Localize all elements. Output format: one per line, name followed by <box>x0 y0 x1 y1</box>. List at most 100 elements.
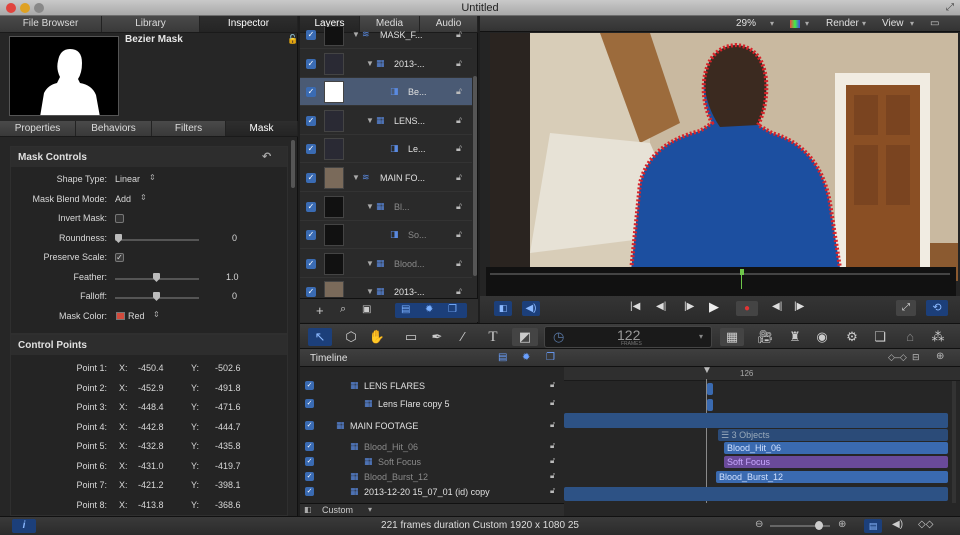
mask-view-icon[interactable]: ❐ <box>546 352 555 363</box>
tab-inspector[interactable]: Inspector <box>200 16 298 32</box>
invert-mask-checkbox[interactable] <box>115 214 124 223</box>
play-icon[interactable]: ▶ <box>709 299 719 315</box>
control-point-x[interactable]: -431.0 <box>138 461 164 471</box>
mask-color-swatch[interactable] <box>116 312 125 320</box>
layer-visibility-checkbox[interactable]: ✓ <box>306 30 316 40</box>
tab-behaviors[interactable]: Behaviors <box>76 121 152 136</box>
lock-icon[interactable]: 🔓︎ <box>550 486 555 496</box>
shape-edit-tool-icon[interactable]: ⬡ <box>340 328 362 346</box>
gear-icon[interactable]: ✹ <box>425 304 433 315</box>
layer-name[interactable]: So... <box>408 230 427 240</box>
fullscreen-icon[interactable]: ⤢ <box>946 2 954 13</box>
roundness-value[interactable]: 0 <box>232 233 237 243</box>
lock-icon[interactable]: 🔓︎ <box>456 258 462 269</box>
next-frame-icon[interactable]: |▶ <box>684 301 694 312</box>
snapping-icon[interactable]: ⊟ <box>912 352 920 363</box>
layer-name[interactable]: 2013-... <box>394 59 425 69</box>
timeline-track-row[interactable]: ✓ ▦ Lens Flare copy 5 🔓︎ <box>300 397 564 412</box>
add-layer-icon[interactable]: + <box>316 303 324 318</box>
lock-icon[interactable]: 🔓︎ <box>550 420 555 430</box>
tab-file-browser[interactable]: File Browser <box>0 16 102 32</box>
thumbnail-toggle-icon[interactable]: ▣ <box>362 304 371 315</box>
light-icon[interactable]: ♜ <box>784 328 806 346</box>
control-point-y[interactable]: -471.6 <box>215 402 241 412</box>
preserve-scale-checkbox[interactable]: ✓ <box>115 253 124 262</box>
layer-row[interactable]: ✓ ▼ ▦ 2013-... 🔓︎ <box>300 278 472 297</box>
layer-visibility-checkbox[interactable]: ✓ <box>306 230 316 241</box>
lens-flares-bar[interactable] <box>707 383 713 395</box>
timeline-track-row[interactable]: ✓ ▦ LENS FLARES 🔓︎ <box>300 379 564 394</box>
film-strip-icon[interactable]: ▤ <box>864 519 882 533</box>
record-button[interactable]: ● <box>736 301 758 316</box>
layer-row[interactable]: ✓ ◨ So... 🔓︎ <box>300 221 472 250</box>
control-point-x[interactable]: -442.8 <box>138 422 164 432</box>
control-point-x[interactable]: -452.9 <box>138 383 164 393</box>
track-enable-checkbox[interactable]: ✓ <box>305 442 314 451</box>
playhead-icon[interactable]: ▼ <box>702 365 712 376</box>
inspector-scrollbar[interactable] <box>291 140 295 188</box>
transform-tool-icon[interactable]: ↖ <box>308 328 332 346</box>
speaker-icon[interactable]: ◀) <box>522 301 540 316</box>
layer-visibility-checkbox[interactable]: ✓ <box>306 287 316 297</box>
control-point-y[interactable]: -435.8 <box>215 441 241 451</box>
zoom-slider-knob[interactable] <box>815 521 823 530</box>
zoom-out-icon[interactable]: ⊖ <box>755 519 763 530</box>
layer-row[interactable]: ✓ ◨ Be... 🔓︎ <box>300 78 472 107</box>
loop-region-icon[interactable]: ◧ <box>494 301 512 316</box>
canvas-image[interactable] <box>490 33 958 281</box>
disclosure-triangle-icon[interactable]: ▼ <box>366 59 374 68</box>
timeline-ruler[interactable]: 126 ▼ <box>564 365 960 381</box>
layer-row[interactable]: ✓ ▼ ▦ 2013-... 🔓︎ <box>300 50 472 78</box>
bezier-tool-icon[interactable]: ✒ <box>426 328 448 346</box>
control-point-y[interactable]: -444.7 <box>215 422 241 432</box>
paint-tool-icon[interactable]: ∕ <box>452 328 474 346</box>
blood-hit-clip[interactable]: Blood_Hit_06 <box>724 442 948 454</box>
control-point-x[interactable]: -450.4 <box>138 363 164 373</box>
timeline-track-row[interactable]: ✓ ▦ Blood_Hit_06 🔓︎ <box>300 440 564 455</box>
disclosure-triangle-icon[interactable]: ▼ <box>366 287 374 296</box>
text-tool-icon[interactable]: T <box>482 328 504 346</box>
tab-properties[interactable]: Properties <box>0 121 76 136</box>
color-channel-icon[interactable] <box>790 20 800 28</box>
control-point-x[interactable]: -432.8 <box>138 441 164 451</box>
layer-row[interactable]: ✓ ▼ ▦ Bl... 🔓︎ <box>300 193 472 221</box>
layer-visibility-checkbox[interactable]: ✓ <box>306 115 316 126</box>
control-point-y[interactable]: -419.7 <box>215 461 241 471</box>
control-point-y[interactable]: -398.1 <box>215 480 241 490</box>
playhead-track[interactable] <box>490 273 950 275</box>
lock-icon[interactable]: 🔓︎ <box>456 143 462 154</box>
group-objects-bar[interactable]: ☰ 3 Objects <box>718 429 948 441</box>
search-icon[interactable]: ⌕ <box>340 303 346 316</box>
layer-row[interactable]: ✓ ▼ ≋ MAIN FO... 🔓︎ <box>300 164 472 192</box>
layer-name[interactable]: Blood... <box>394 259 425 269</box>
keyframe-nav-icon[interactable]: ◇–◇ <box>888 352 907 363</box>
blend-mode-select[interactable]: Add <box>115 194 131 204</box>
control-point-y[interactable]: -368.6 <box>215 500 241 510</box>
layer-name[interactable]: LENS... <box>394 116 425 126</box>
add-filter-icon[interactable]: ❏ <box>868 328 892 346</box>
audio-icon[interactable]: ◀) <box>892 519 903 530</box>
track-enable-checkbox[interactable]: ✓ <box>305 399 314 408</box>
previous-keyframe-icon[interactable]: ◀| <box>772 301 782 312</box>
shape-type-select[interactable]: Linear <box>115 174 140 184</box>
add-behavior-gear-icon[interactable]: ⚙ <box>840 328 864 346</box>
rectangle-tool-icon[interactable]: ▭ <box>400 328 422 346</box>
layer-visibility-checkbox[interactable]: ✓ <box>306 201 316 212</box>
lock-icon[interactable]: 🔓︎ <box>456 29 462 40</box>
layer-visibility-checkbox[interactable]: ✓ <box>306 144 316 155</box>
timecode-display[interactable]: ◷ 122 FRAMES ▾ <box>544 326 712 348</box>
layer-visibility-checkbox[interactable]: ✓ <box>306 258 316 269</box>
view-menu[interactable]: View <box>882 18 904 29</box>
footage-copy-clip[interactable] <box>564 487 948 501</box>
tab-mask[interactable]: Mask <box>226 121 298 136</box>
roundness-slider-knob[interactable] <box>115 234 122 243</box>
track-name[interactable]: Blood_Hit_06 <box>364 442 418 452</box>
mask-tool-icon[interactable]: ◩ <box>512 328 538 346</box>
layer-name[interactable]: Bl... <box>394 202 410 212</box>
lens-flare-copy-bar[interactable] <box>707 399 713 411</box>
lock-icon[interactable]: 🔓︎ <box>550 441 555 451</box>
layer-name[interactable]: Le... <box>408 144 426 154</box>
pan-tool-icon[interactable]: ✋ <box>366 328 388 346</box>
layout-icon[interactable]: ▭ <box>930 18 939 29</box>
blood-burst-clip[interactable]: Blood_Burst_12 <box>716 471 948 483</box>
